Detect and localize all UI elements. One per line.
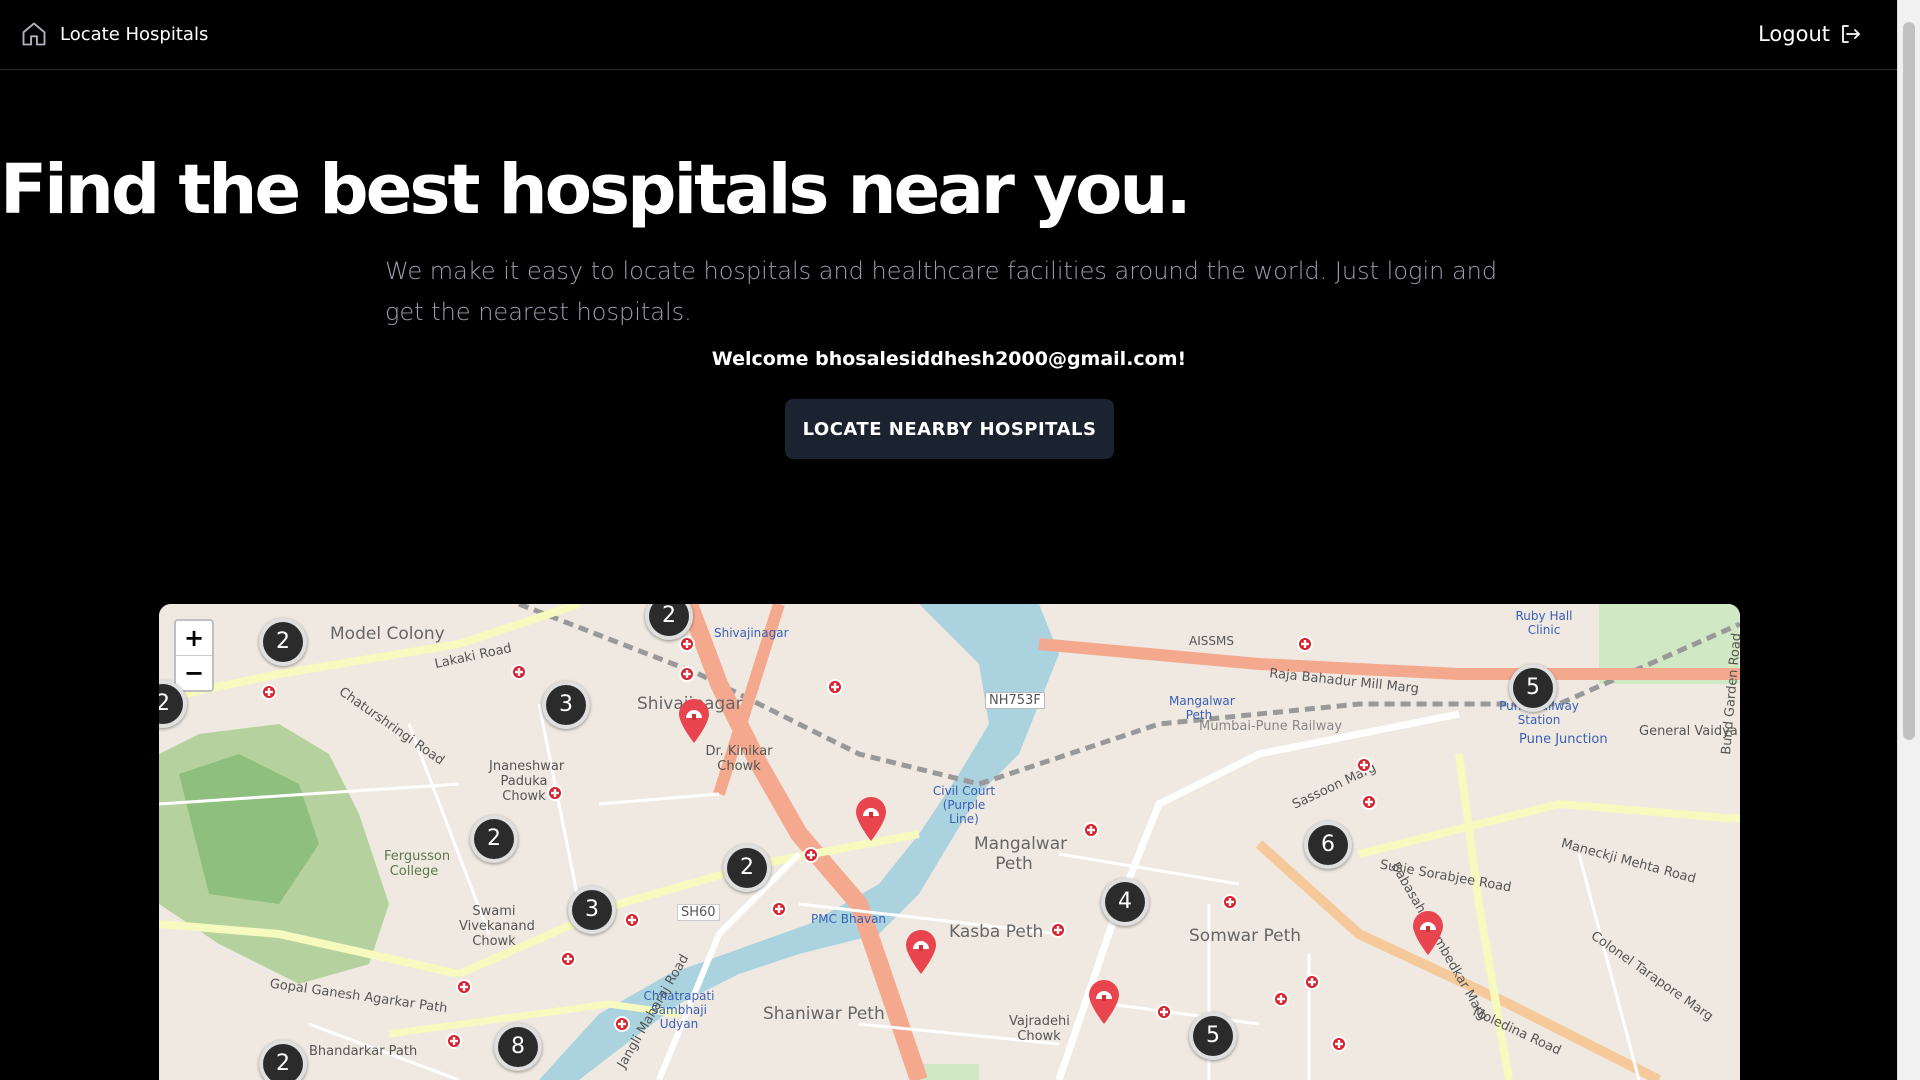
zoom-out-button[interactable]: − [176,656,212,690]
hospital-cross-icon[interactable] [261,684,277,700]
logout-label: Logout [1758,22,1830,46]
map-label: Model Colony [330,624,445,644]
hospital-cross-icon[interactable] [624,912,640,928]
hero-description: We make it easy to locate hospitals and … [385,257,1498,326]
marker-cluster[interactable]: 2 [259,618,307,666]
brand-label: Locate Hospitals [60,23,209,45]
marker-cluster[interactable]: 8 [494,1023,542,1071]
marker-cluster[interactable]: 5 [1509,664,1557,712]
hospital-cross-icon[interactable] [1156,1004,1172,1020]
hospital-pin[interactable] [854,796,888,842]
hospital-cross-icon[interactable] [547,785,563,801]
map-label: Mangalwar Peth [1169,694,1235,722]
map-label: Shivajinagar [714,626,789,640]
hospital-cross-icon[interactable] [679,666,695,682]
hospital-cross-icon[interactable] [456,979,472,995]
hospital-cross-icon[interactable] [771,901,787,917]
page-scrollbar[interactable] [1897,0,1920,1080]
map-label: Bhandarkar Path [309,1044,418,1059]
hospital-cross-icon[interactable] [1304,974,1320,990]
zoom-control: + − [174,619,214,692]
map-label: Kasba Peth [949,922,1044,942]
logout-icon [1842,25,1860,43]
map-label: Fergusson College [384,849,451,879]
hospital-cross-icon[interactable] [446,1033,462,1049]
hospital-cross-icon[interactable] [1050,922,1066,938]
hospital-cross-icon[interactable] [1297,636,1313,652]
hospital-cross-icon[interactable] [803,847,819,863]
hospital-cross-icon[interactable] [1273,991,1289,1007]
hospital-cross-icon[interactable] [560,951,576,967]
locate-hospitals-button[interactable]: LOCATE NEARBY HOSPITALS [785,399,1114,459]
marker-cluster[interactable]: 3 [542,681,590,729]
marker-cluster[interactable]: 6 [1304,821,1352,869]
zoom-in-button[interactable]: + [176,621,212,656]
logout-button[interactable]: Logout [1758,22,1862,46]
hospital-pin[interactable] [904,929,938,975]
marker-cluster[interactable]: 2 [470,815,518,863]
hospital-cross-icon[interactable] [1331,1036,1347,1052]
map-label: Civil Court (Purple Line) [932,784,996,826]
map-label: Swami Vivekanand Chowk [459,904,535,949]
marker-cluster[interactable]: 2 [259,1040,307,1080]
home-link[interactable]: Locate Hospitals [20,19,208,49]
map-label: Dr. Kinikar Chowk [705,744,773,774]
hospital-cross-icon[interactable] [1083,822,1099,838]
marker-cluster[interactable]: 3 [568,886,616,934]
scrollbar-thumb[interactable] [1903,22,1915,740]
marker-cluster[interactable]: 5 [1189,1012,1237,1060]
marker-cluster[interactable]: 2 [723,844,771,892]
hospital-pin[interactable] [1087,979,1121,1025]
map-label: Shaniwar Peth [763,1004,885,1024]
map-label: Pune Junction [1519,732,1608,747]
hospital-cross-icon[interactable] [1222,894,1238,910]
page-title: Find the best hospitals near you. [0,150,1192,230]
map-label: SH60 [677,904,720,921]
hospital-map[interactable]: + − Model Colony Shivajinagar Shivajinag… [159,604,1740,1080]
map-label: PMC Bhavan [811,912,887,926]
home-icon [22,22,46,46]
hospital-pin[interactable] [677,698,711,744]
map-label: Somwar Peth [1189,926,1302,946]
hospital-cross-icon[interactable] [1361,794,1377,810]
hospital-cross-icon[interactable] [679,636,695,652]
hospital-pin[interactable] [1411,910,1445,956]
top-navbar: Locate Hospitals Logout [0,0,1898,70]
hospital-cross-icon[interactable] [1356,757,1372,773]
marker-cluster[interactable]: 4 [1101,878,1149,926]
map-label: Vajradehi Chowk [1009,1014,1070,1044]
map-label: NH753F [985,692,1045,709]
map-label: Ruby Hall Clinic [1515,609,1573,637]
hospital-cross-icon[interactable] [511,664,527,680]
map-label: AISSMS [1189,634,1234,648]
welcome-message: Welcome bhosalesiddhesh2000@gmail.com! [711,348,1187,370]
hospital-cross-icon[interactable] [614,1016,630,1032]
hospital-cross-icon[interactable] [827,679,843,695]
map-label: Mumbai-Pune Railway [1199,719,1343,734]
map-label: Mangalwar Peth [974,834,1068,874]
